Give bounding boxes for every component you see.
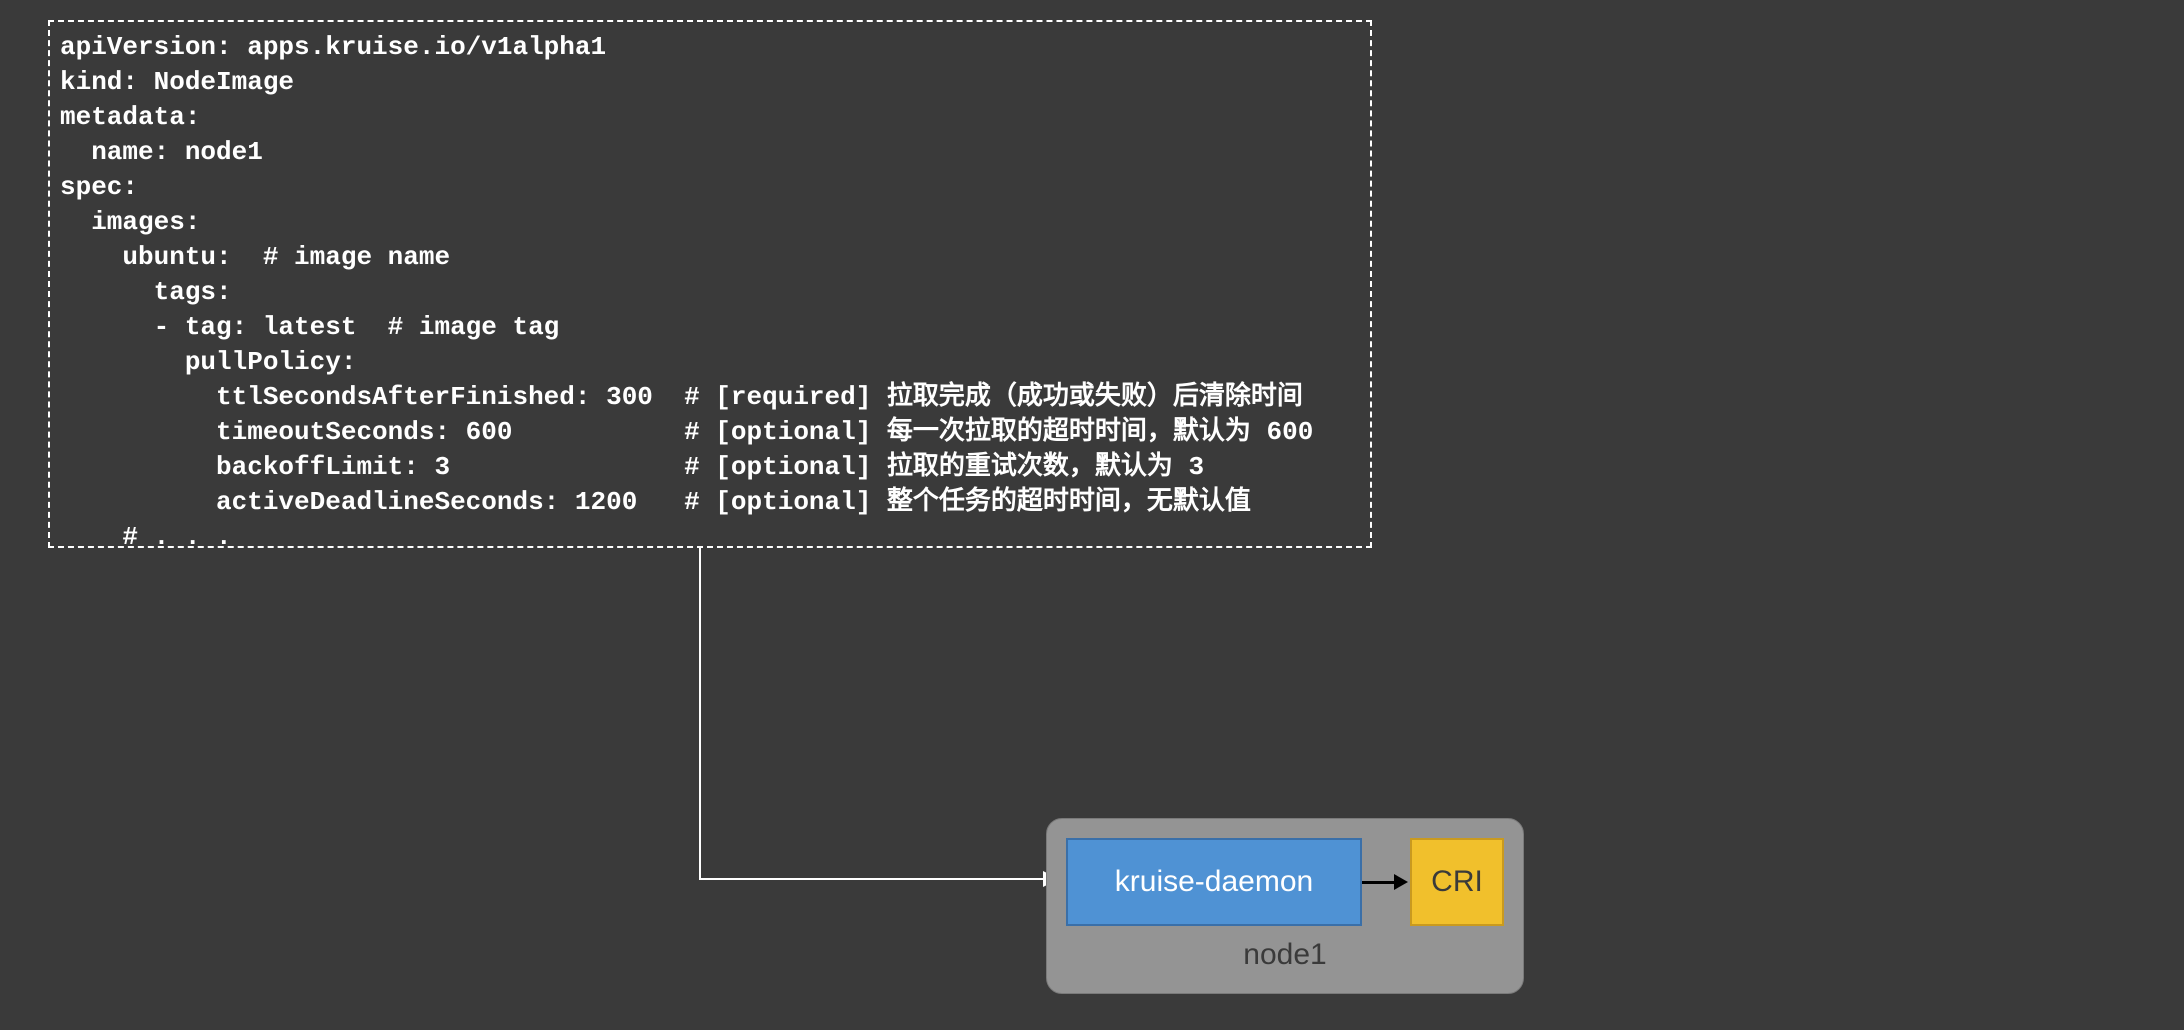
yaml-line: ttlSecondsAfterFinished: 300 # [required… — [60, 382, 1303, 412]
yaml-line: activeDeadlineSeconds: 1200 # [optional]… — [60, 487, 1251, 517]
yaml-line: timeoutSeconds: 600 # [optional] 每一次拉取的超… — [60, 417, 1313, 447]
yaml-spec-box: apiVersion: apps.kruise.io/v1alpha1 kind… — [48, 20, 1372, 548]
node-label: node1 — [1046, 938, 1524, 972]
yaml-line: backoffLimit: 3 # [optional] 拉取的重试次数，默认为… — [60, 452, 1204, 482]
yaml-line: ubuntu: # image name — [60, 242, 450, 272]
yaml-line: # . . . — [60, 522, 232, 552]
yaml-line: images: — [60, 207, 200, 237]
yaml-line: pullPolicy: — [60, 347, 356, 377]
kruise-daemon-box: kruise-daemon — [1066, 838, 1362, 926]
yaml-line: spec: — [60, 172, 138, 202]
arrow-to-daemon-horizontal — [699, 878, 1043, 880]
daemon-label: kruise-daemon — [1115, 865, 1313, 899]
yaml-line: tags: — [60, 277, 232, 307]
arrow-daemon-to-cri-head-icon — [1394, 874, 1408, 890]
arrow-to-daemon-vertical — [699, 548, 701, 878]
arrow-daemon-to-cri-line — [1362, 881, 1396, 884]
yaml-line: - tag: latest # image tag — [60, 312, 559, 342]
yaml-line: kind: NodeImage — [60, 67, 294, 97]
yaml-line: metadata: — [60, 102, 200, 132]
cri-box: CRI — [1410, 838, 1504, 926]
yaml-line: name: node1 — [60, 137, 263, 167]
cri-label: CRI — [1431, 865, 1483, 899]
yaml-line: apiVersion: apps.kruise.io/v1alpha1 — [60, 32, 606, 62]
